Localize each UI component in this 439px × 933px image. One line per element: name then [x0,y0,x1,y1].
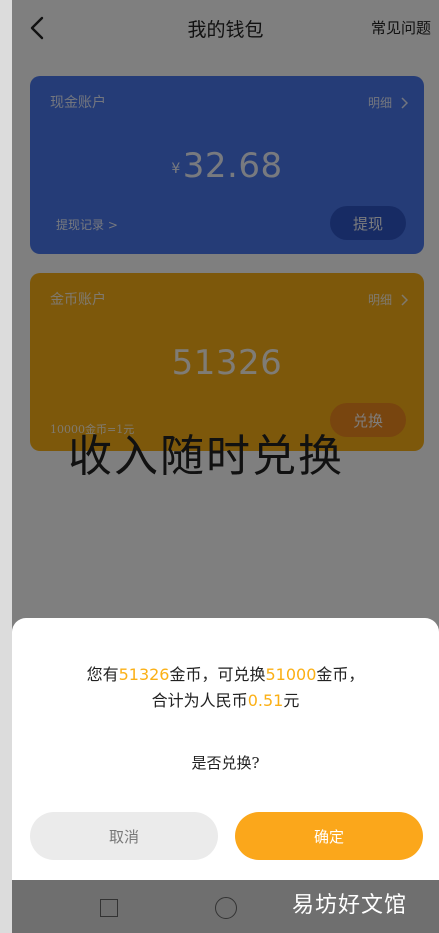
exchange-confirm-sheet: 您有51326金币，可兑换51000金币， 合计为人民币0.51元 是否兑换? … [12,618,439,880]
watermark-text: 易坊好文馆 [292,893,408,918]
coin-count: 51326 [118,665,170,684]
slogan-caption: 收入随时兑换 [68,431,344,482]
circle-home-icon[interactable] [215,897,237,919]
square-recent-icon[interactable] [100,899,118,917]
left-edge-strip [0,0,12,933]
exchange-question: 是否兑换? [191,754,260,772]
message-line-2: 合计为人民币0.51元 [151,691,300,710]
exchange-message: 您有51326金币，可兑换51000金币， 合计为人民币0.51元 [12,662,439,714]
confirm-button[interactable]: 确定 [235,812,423,860]
rmb-amount: 0.51 [247,691,284,710]
exchangeable-coins: 51000 [265,665,317,684]
cancel-button[interactable]: 取消 [30,812,218,860]
message-line-1: 您有51326金币，可兑换51000金币， [86,665,365,684]
